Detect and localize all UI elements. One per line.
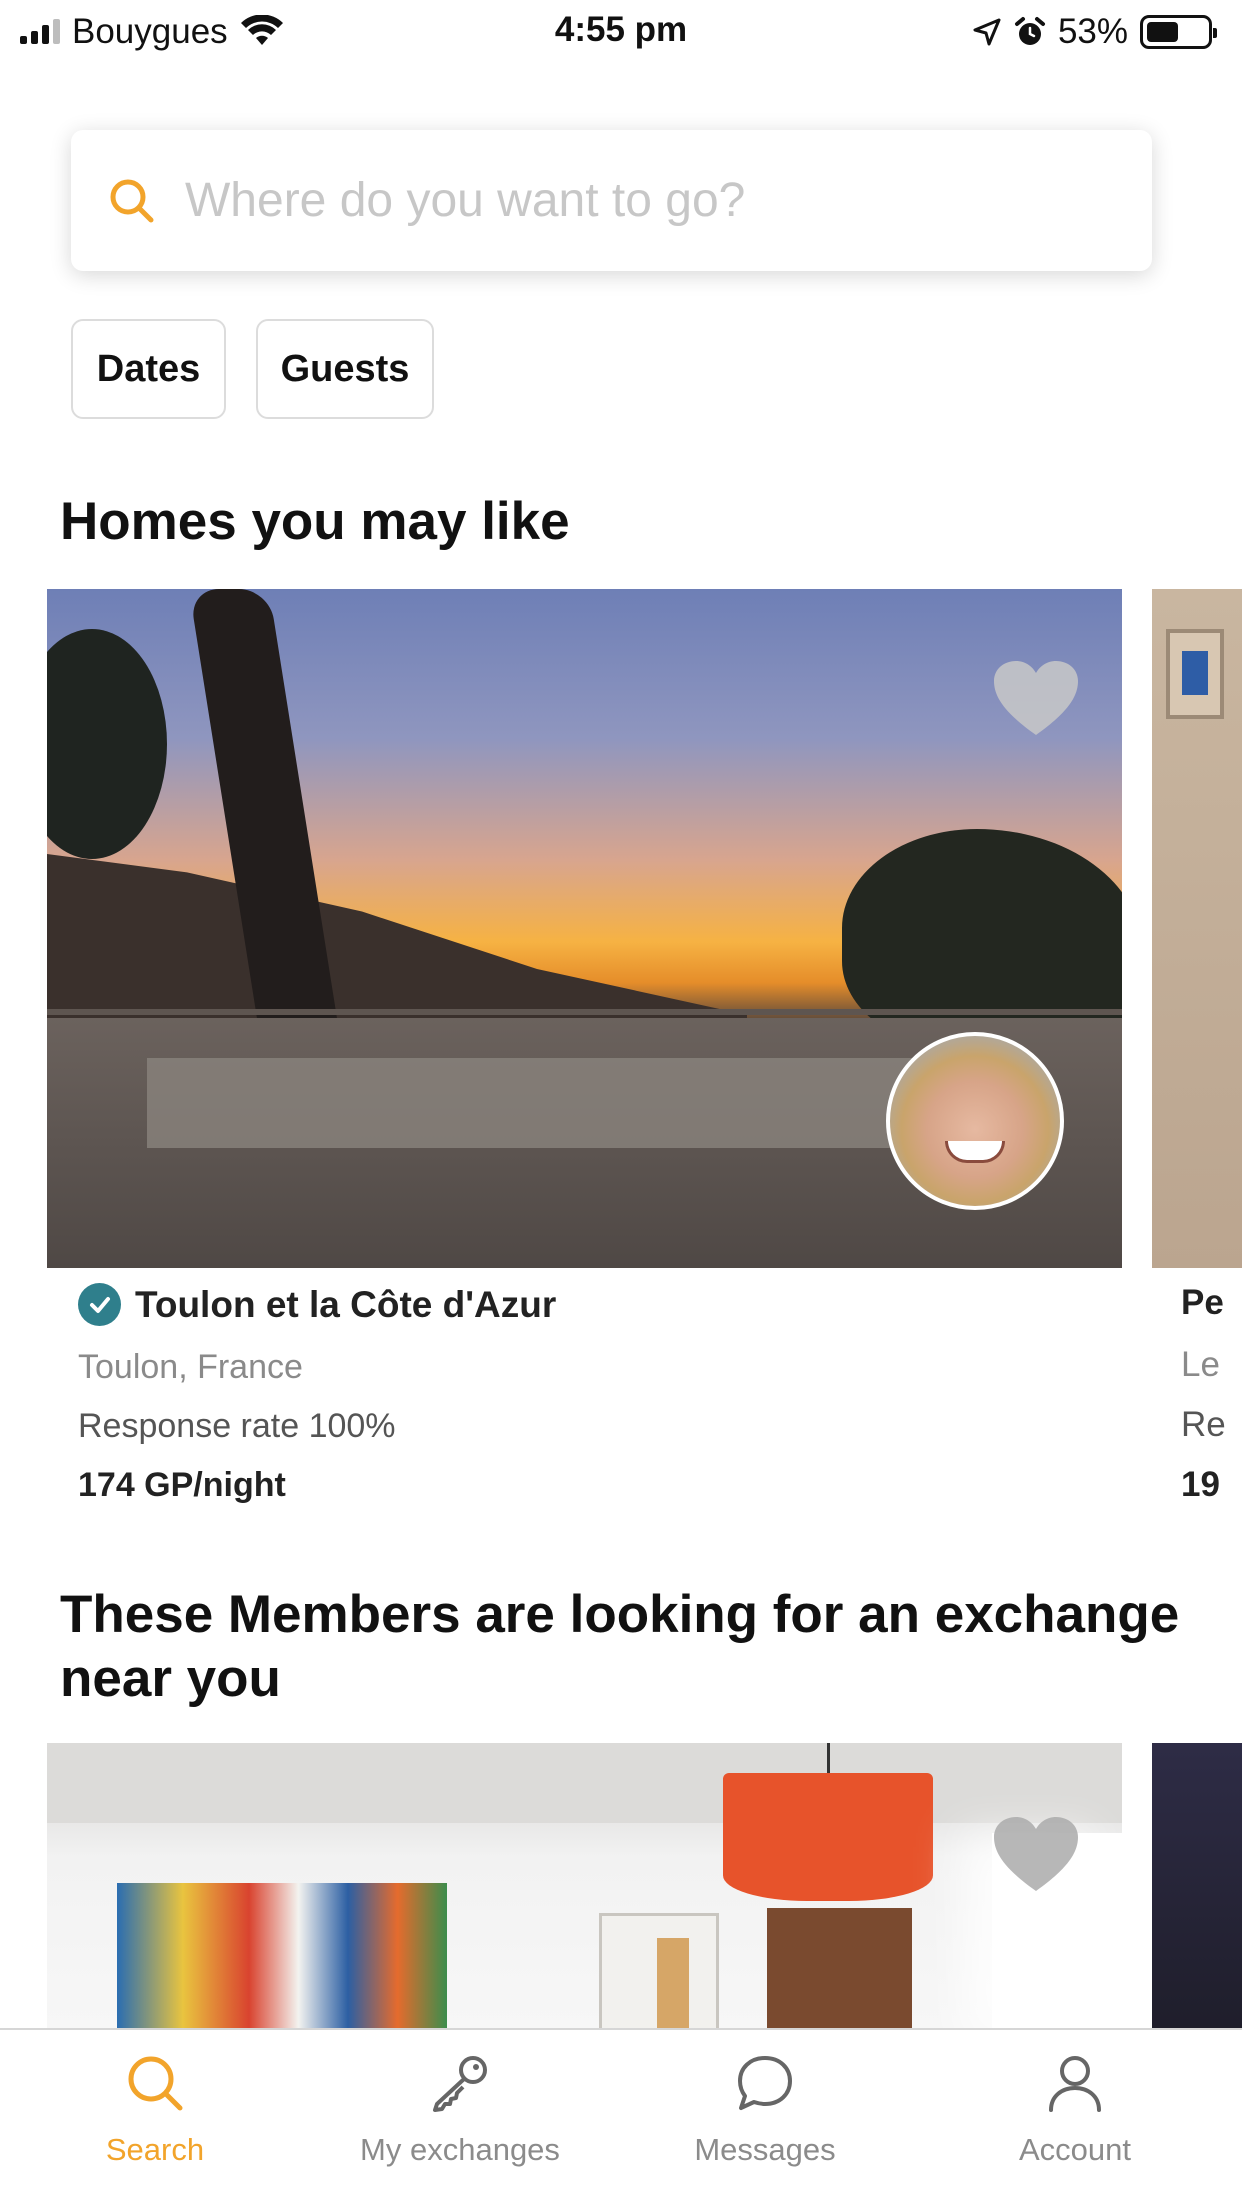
next-home-response-rate: Re [1181,1405,1226,1444]
next-home-price: 19 [1181,1465,1220,1504]
next-home-card-photo[interactable] [1152,589,1242,1268]
home-title: Toulon et la Côte d'Azur [135,1283,557,1325]
battery-icon [1140,15,1217,49]
home-price: 174 GP/night [78,1466,286,1504]
members-section-title: These Members are looking for an exchang… [60,1585,1180,1708]
location-arrow-icon [973,18,1001,46]
tab-account[interactable]: Account [920,2030,1230,2208]
next-home-card-info[interactable]: Pe Le Re 19 [1181,1283,1242,1505]
battery-percent: 53% [1057,12,1128,51]
photo-painting [117,1883,447,2028]
battery-level [1147,22,1178,42]
photo-hill [47,854,747,1038]
host-avatar[interactable] [886,1032,1064,1210]
search-bar[interactable] [71,130,1152,271]
photo-bookshelf [767,1908,912,2028]
tab-messages[interactable]: Messages [610,2030,920,2208]
home-card-photo[interactable] [47,589,1122,1268]
key-icon [433,2056,487,2112]
search-icon [128,2056,183,2111]
photo-tree-right [842,829,1122,1049]
chat-bubble-icon [738,2056,792,2110]
photo-planter [147,1058,1002,1148]
photo-tree-left [47,629,167,859]
dates-filter-button[interactable]: Dates [71,319,226,419]
photo-window [1166,629,1224,719]
photo-railing [47,1009,1122,1015]
search-icon [110,179,154,222]
person-icon [1049,2056,1101,2112]
favorite-heart-icon[interactable] [992,659,1080,739]
photo-lamp-cord [827,1743,830,1775]
home-card-info[interactable]: Toulon et la Côte d'Azur Toulon, France … [78,1283,556,1505]
search-input[interactable] [185,173,1085,228]
tab-label: Messages [694,2132,836,2167]
member-home-card-photo[interactable] [47,1743,1122,2028]
photo-ceiling [47,1743,1122,1823]
alarm-clock-icon [1014,17,1045,45]
next-member-home-card-photo[interactable] [1152,1743,1242,2028]
home-response-rate: Response rate 100% [78,1407,396,1445]
next-home-title: Pe [1181,1283,1224,1322]
guests-filter-button[interactable]: Guests [256,319,434,419]
status-bar: Bouygues 4:55 pm 53% [0,0,1242,64]
tab-label: My exchanges [360,2132,560,2167]
homes-section-title: Homes you may like [60,492,570,551]
tab-label: Account [1018,2132,1131,2167]
bottom-tab-bar: Search My exchanges Messages Account [0,2028,1242,2208]
status-bar-right: 53% [972,12,1217,52]
photo-doorway [657,1938,689,2028]
photo-lamp [723,1773,933,1901]
tab-label: Search [105,2132,205,2167]
tab-my-exchanges[interactable]: My exchanges [305,2030,615,2208]
tab-search[interactable]: Search [0,2030,310,2208]
next-home-location: Le [1181,1345,1220,1384]
verified-check-icon [78,1283,121,1326]
favorite-heart-icon[interactable] [992,1815,1080,1895]
home-location: Toulon, France [78,1348,303,1386]
